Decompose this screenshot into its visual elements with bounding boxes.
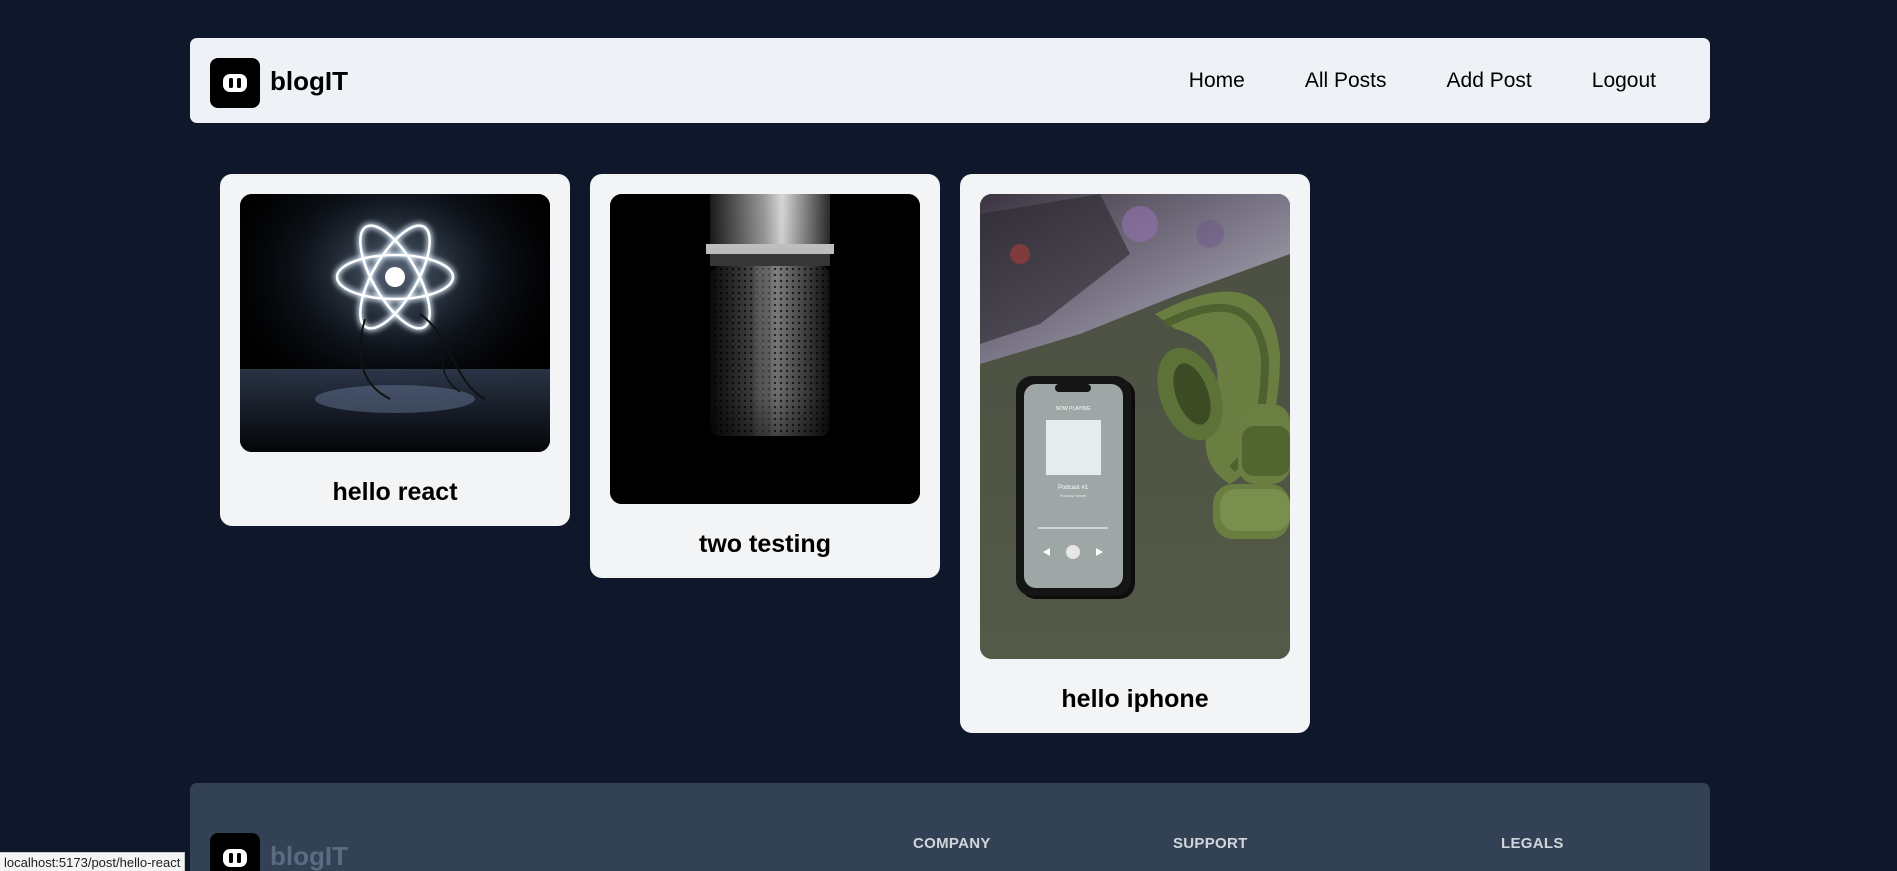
logo-icon[interactable] [210,58,260,108]
nav-all-posts-link[interactable]: All Posts [1275,60,1417,102]
phone-track-name: Podcast #1 [1058,485,1089,491]
post-title[interactable]: hello react [220,478,570,507]
post-card[interactable]: two testing [590,174,940,578]
post-card[interactable]: hello react [220,174,570,526]
nav-add-post-link[interactable]: Add Post [1417,60,1562,102]
footer-brand-name: blogIT [270,841,348,871]
status-bar-url: localhost:5173/post/hello-react [0,852,186,871]
brand-name[interactable]: blogIT [270,66,348,96]
nav-home-link[interactable]: Home [1159,60,1275,102]
nav-logout-button[interactable]: Logout [1562,60,1686,102]
post-card[interactable]: NOW PLAYING Podcast #1 Podcast Name hell… [960,174,1310,733]
post-title[interactable]: two testing [590,530,940,559]
footer-heading-legals: LEGALS [1501,835,1564,852]
footer-logo-icon[interactable] [210,833,260,871]
main-nav: Home All Posts Add Post Logout [1159,60,1686,102]
site-header: blogIT Home All Posts Add Post Logout [190,38,1710,123]
post-image-react-atom [240,194,550,452]
phone-screen-title: NOW PLAYING [1056,406,1091,412]
post-image-microphone [610,194,920,504]
footer-heading-support: SUPPORT [1173,835,1248,852]
post-image-iphone-headphones: NOW PLAYING Podcast #1 Podcast Name [980,194,1290,659]
footer-heading-company: COMPANY [913,835,991,852]
site-footer: blogIT COMPANY SUPPORT LEGALS [190,783,1710,871]
phone-artist-name: Podcast Name [1060,493,1087,498]
post-title[interactable]: hello iphone [960,685,1310,714]
